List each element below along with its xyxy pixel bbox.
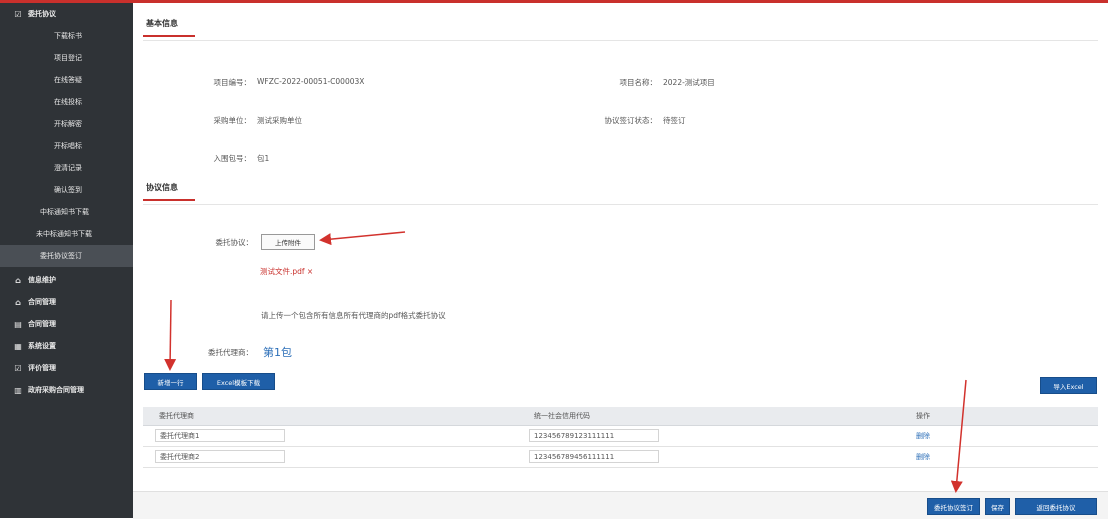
project-name-label: 项目名称： — [619, 78, 658, 87]
sidebar-item-download-tender[interactable]: 下载标书 — [0, 25, 133, 47]
sidebar-item-label: 信息维护 — [28, 276, 56, 284]
entry-pkg-value: 包1 — [257, 154, 270, 163]
table-header: 委托代理商 统一社会信用代码 操作 — [143, 407, 1098, 426]
sidebar-item-contract-2[interactable]: ▤ 合同管理 — [0, 313, 133, 335]
sidebar-item-label: 系统设置 — [28, 342, 56, 350]
protocol-info-title-text: 协议信息 — [146, 182, 178, 192]
checkbox-icon: ☑ — [14, 9, 22, 19]
sign-agreement-button[interactable]: 委托协议签订 — [927, 498, 980, 515]
grid-icon: ▦ — [14, 341, 22, 351]
section-underline — [143, 35, 195, 37]
import-excel-button[interactable]: 导入Excel — [1040, 377, 1097, 394]
sign-status-value: 待签订 — [663, 116, 686, 125]
sidebar-item-label: 委托协议 — [28, 10, 56, 18]
sidebar-item-label: 开标解密 — [54, 120, 82, 128]
table-row: 委托代理商2 123456789456111111 删除 — [143, 447, 1098, 468]
agent-pkg-value[interactable]: 第1包 — [263, 344, 292, 360]
uploaded-file-link[interactable]: 测试文件.pdf × — [260, 266, 313, 277]
sidebar-item-confirm-signin[interactable]: 确认签到 — [0, 179, 133, 201]
document-icon: ▤ — [14, 319, 22, 329]
save-button[interactable]: 保存 — [985, 498, 1010, 515]
protocol-info-title: 协议信息 — [143, 176, 195, 201]
sidebar-item-label: 中标通知书下载 — [40, 208, 89, 216]
main-content: 基本信息 项目编号： WFZC-2022-00051-C00003X 项目名称：… — [133, 3, 1108, 519]
sidebar-item-online-qa[interactable]: 在线答疑 — [0, 69, 133, 91]
sidebar-item-award-notice[interactable]: 中标通知书下载 — [0, 201, 133, 223]
section-underline — [143, 199, 195, 201]
project-no-value: WFZC-2022-00051-C00003X — [257, 77, 365, 86]
col-header-agent: 委托代理商 — [159, 412, 194, 420]
purchaser-value: 测试采购单位 — [257, 116, 302, 125]
home-icon: ⌂ — [15, 275, 21, 285]
section-divider — [143, 40, 1098, 41]
col-header-operation: 操作 — [916, 412, 930, 420]
sidebar-item-gov-contract[interactable]: ▥ 政府采购合同管理 — [0, 379, 133, 401]
sidebar: ☑ 委托协议 下载标书 项目登记 在线答疑 在线投标 开标解密 开标唱标 澄清记… — [0, 3, 133, 518]
delete-row-link[interactable]: 删除 — [916, 431, 930, 441]
footer-action-bar: 委托协议签订 保存 返回委托协议 — [133, 491, 1108, 519]
sidebar-item-label: 政府采购合同管理 — [28, 386, 84, 394]
sidebar-item-info-maintain[interactable]: ⌂ 信息维护 — [0, 269, 133, 291]
basic-info-title-text: 基本信息 — [146, 18, 178, 28]
home-icon: ⌂ — [15, 297, 21, 307]
project-no-label: 项目编号： — [213, 78, 252, 87]
credit-code-input[interactable]: 123456789456111111 — [529, 450, 659, 463]
basic-info-title: 基本信息 — [143, 12, 195, 37]
agent-name-input[interactable]: 委托代理商1 — [155, 429, 285, 442]
entry-pkg-label: 入围包号： — [213, 154, 252, 163]
sidebar-item-bid-decrypt[interactable]: 开标解密 — [0, 113, 133, 135]
sidebar-item-label: 委托协议签订 — [40, 252, 82, 260]
back-button[interactable]: 返回委托协议 — [1015, 498, 1097, 515]
sidebar-item-delegation[interactable]: ☑ 委托协议 — [0, 3, 133, 25]
checkbox-icon: ☑ — [14, 363, 22, 373]
upload-hint-text: 请上传一个包含所有信息所有代理商的pdf格式委托协议 — [261, 311, 446, 320]
sidebar-item-delegation-sign[interactable]: 委托协议签订 — [0, 245, 133, 267]
sidebar-item-label: 未中标通知书下载 — [36, 230, 92, 238]
sidebar-item-label: 合同管理 — [28, 298, 56, 306]
sidebar-item-online-bid[interactable]: 在线投标 — [0, 91, 133, 113]
section-divider — [143, 204, 1098, 205]
sidebar-item-label: 项目登记 — [54, 54, 82, 62]
credit-code-input[interactable]: 123456789123111111 — [529, 429, 659, 442]
sidebar-item-system-settings[interactable]: ▦ 系统设置 — [0, 335, 133, 357]
table-icon: ▥ — [14, 385, 22, 395]
sidebar-item-label: 评价管理 — [28, 364, 56, 372]
sidebar-item-label: 合同管理 — [28, 320, 56, 328]
sidebar-item-project-register[interactable]: 项目登记 — [0, 47, 133, 69]
sidebar-item-nonaward-notice[interactable]: 未中标通知书下载 — [0, 223, 133, 245]
sidebar-item-bid-announce[interactable]: 开标唱标 — [0, 135, 133, 157]
sidebar-item-label: 在线答疑 — [54, 76, 82, 84]
sign-status-label: 协议签订状态： — [604, 116, 658, 125]
agreement-label: 委托协议： — [215, 238, 254, 247]
project-name-value: 2022-测试项目 — [663, 78, 715, 87]
col-header-credit-code: 统一社会信用代码 — [534, 412, 590, 420]
sidebar-item-label: 开标唱标 — [54, 142, 82, 150]
upload-attachment-button[interactable]: 上传附件 — [261, 234, 315, 250]
sidebar-item-label: 澄清记录 — [54, 164, 82, 172]
sidebar-item-evaluation[interactable]: ☑ 评价管理 — [0, 357, 133, 379]
sidebar-item-contract-1[interactable]: ⌂ 合同管理 — [0, 291, 133, 313]
purchaser-label: 采购单位： — [213, 116, 252, 125]
sidebar-item-label: 在线投标 — [54, 98, 82, 106]
sidebar-item-clarify-record[interactable]: 澄清记录 — [0, 157, 133, 179]
agent-pkg-label: 委托代理商： — [208, 348, 253, 357]
excel-template-button[interactable]: Excel模板下载 — [202, 373, 275, 390]
add-row-button[interactable]: 新增一行 — [144, 373, 197, 390]
sidebar-item-label: 下载标书 — [54, 32, 82, 40]
agent-name-input[interactable]: 委托代理商2 — [155, 450, 285, 463]
sidebar-item-label: 确认签到 — [54, 186, 82, 194]
delete-row-link[interactable]: 删除 — [916, 452, 930, 462]
table-row: 委托代理商1 123456789123111111 删除 — [143, 426, 1098, 447]
